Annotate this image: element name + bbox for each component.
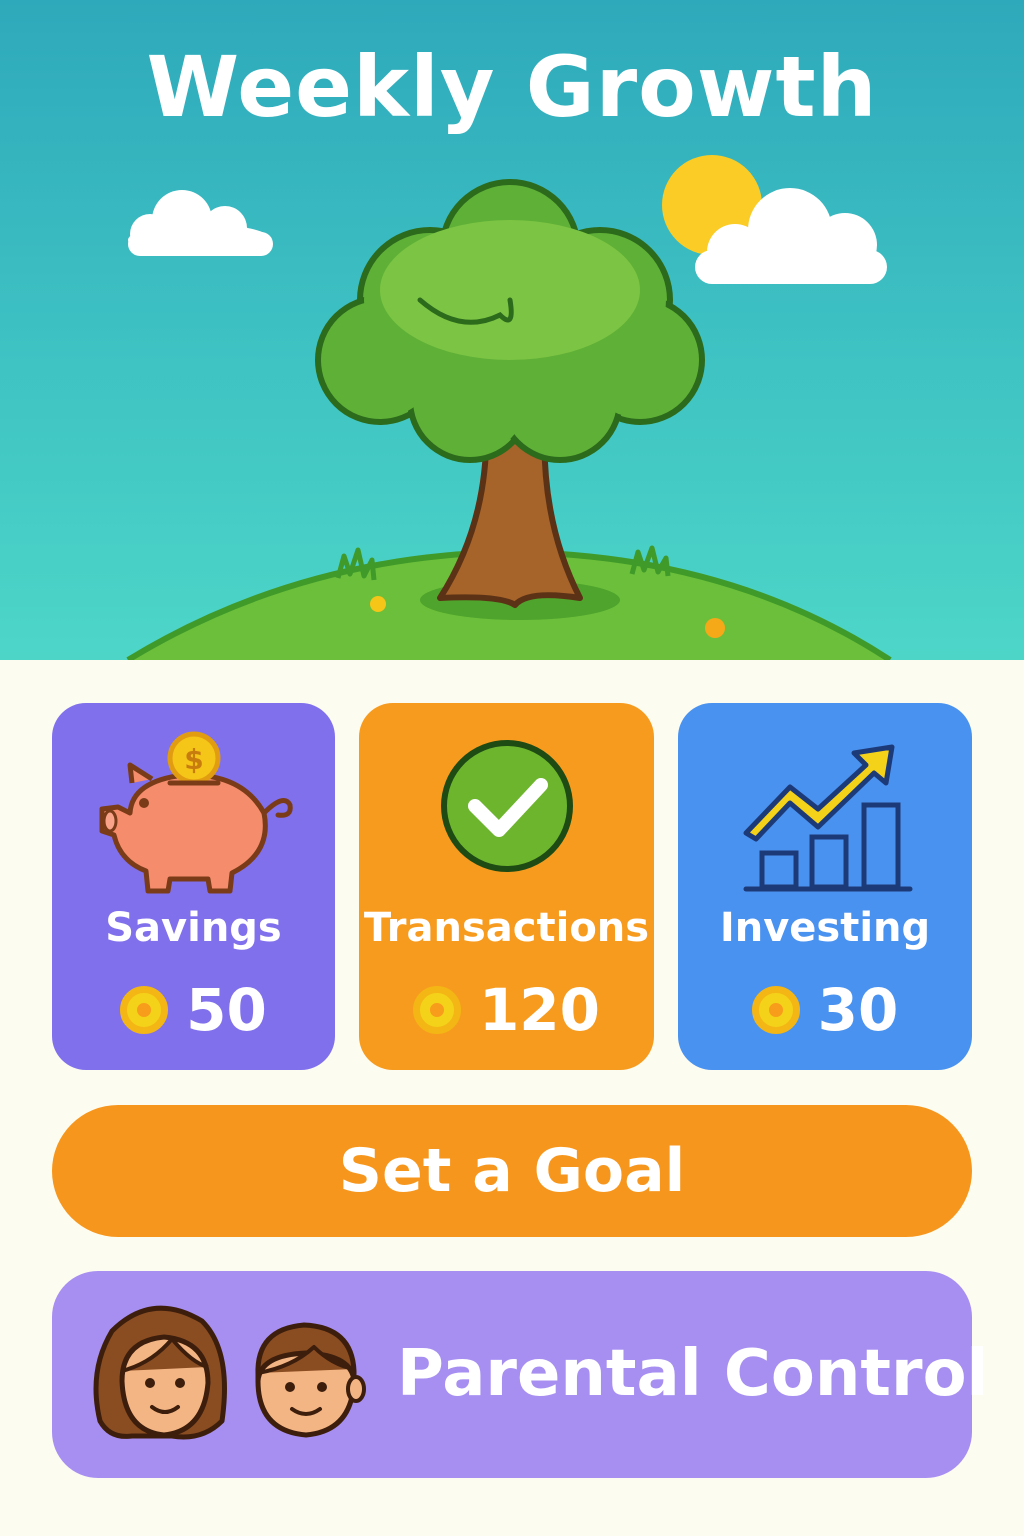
savings-label: Savings bbox=[105, 905, 282, 951]
transactions-label: Transactions bbox=[363, 905, 650, 951]
coin-icon bbox=[412, 986, 461, 1034]
hero-scene: Weekly Growth bbox=[0, 0, 1024, 660]
svg-text:$: $ bbox=[184, 743, 203, 776]
investing-label: Investing bbox=[719, 905, 931, 951]
transactions-card[interactable]: Transactions 120 bbox=[359, 703, 654, 1070]
growth-chart-icon bbox=[743, 744, 913, 892]
parental-control-label: Parental Control bbox=[397, 1337, 989, 1411]
savings-card[interactable]: $ Savings 50 bbox=[52, 703, 335, 1070]
investing-value-row: 30 bbox=[678, 981, 972, 1039]
investing-value: 30 bbox=[817, 976, 899, 1044]
cloud-left-icon bbox=[128, 190, 273, 256]
parents-icon bbox=[93, 1305, 366, 1440]
parental-control-button[interactable]: Parental Control bbox=[52, 1271, 988, 1478]
transactions-value-row: 120 bbox=[359, 981, 654, 1039]
piggy-bank-icon: $ bbox=[99, 731, 293, 894]
transactions-value: 120 bbox=[478, 976, 601, 1044]
coin-icon bbox=[120, 986, 169, 1034]
checkmark-icon bbox=[441, 740, 573, 872]
savings-value-row: 50 bbox=[52, 981, 335, 1039]
set-goal-button[interactable]: Set a Goal bbox=[52, 1105, 972, 1237]
savings-value: 50 bbox=[186, 976, 267, 1044]
coin-icon bbox=[751, 986, 800, 1034]
investing-card[interactable]: Investing 30 bbox=[678, 703, 972, 1070]
page-title: Weekly Growth bbox=[146, 38, 878, 136]
